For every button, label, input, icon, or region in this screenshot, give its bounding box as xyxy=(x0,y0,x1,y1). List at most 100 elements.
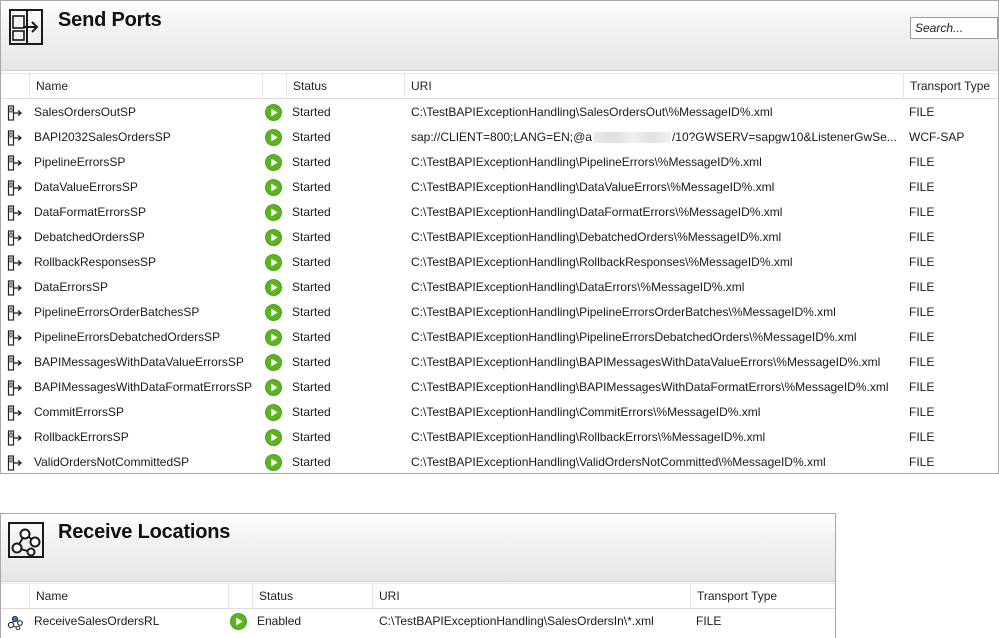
send-port-row-icon xyxy=(7,280,23,296)
row-transport-type: FILE xyxy=(909,180,935,194)
row-name: BAPIMessagesWithDataValueErrorsSP xyxy=(34,355,244,369)
table-row[interactable]: ValidOrdersNotCommittedSP Started C:\TestB… xyxy=(1,450,998,475)
row-name: PipelineErrorsOrderBatchesSP xyxy=(34,305,200,319)
row-status: Started xyxy=(292,305,331,319)
row-status: Started xyxy=(292,205,331,219)
column-header-status-icon[interactable] xyxy=(262,74,286,99)
table-row[interactable]: ReceiveSalesOrdersRL Enabled C:\TestBAPIEx… xyxy=(1,609,835,634)
column-header-name[interactable]: Name xyxy=(29,584,228,609)
column-header-uri[interactable]: URI xyxy=(372,584,690,609)
row-name: DebatchedOrdersSP xyxy=(34,230,145,244)
row-status: Started xyxy=(292,455,331,469)
table-row[interactable]: DataValueErrorsSP Started C:\TestBAPIExcep… xyxy=(1,175,998,200)
column-header-name[interactable]: Name xyxy=(29,74,262,99)
row-name: RollbackResponsesSP xyxy=(34,255,157,269)
row-uri: C:\TestBAPIExceptionHandling\RollbackRes… xyxy=(411,255,793,269)
column-header-status[interactable]: Status xyxy=(286,74,404,99)
search-input[interactable] xyxy=(910,17,998,39)
play-icon xyxy=(265,104,282,121)
play-icon xyxy=(265,354,282,371)
play-icon xyxy=(265,404,282,421)
column-header-status[interactable]: Status xyxy=(252,584,372,609)
table-row[interactable]: PipelineErrorsSP Started C:\TestBAPIExcept… xyxy=(1,150,998,175)
row-status: Started xyxy=(292,155,331,169)
row-transport-type: FILE xyxy=(909,255,935,269)
row-name: CommitErrorsSP xyxy=(34,405,125,419)
send-port-row-icon xyxy=(7,255,23,271)
play-icon xyxy=(265,279,282,296)
send-ports-header: Send Ports xyxy=(1,1,998,71)
table-row[interactable]: BAPIMessagesWithDataFormatErrorsSP Starte… xyxy=(1,375,998,400)
column-header-icon[interactable] xyxy=(1,74,29,99)
row-uri-end: /10?GWSERV=sapgw10&ListenerGwSe... xyxy=(671,130,897,144)
row-name: ValidOrdersNotCommittedSP xyxy=(34,455,190,469)
table-row[interactable]: DataFormatErrorsSP Started C:\TestBAPIExce… xyxy=(1,200,998,225)
play-icon xyxy=(265,154,282,171)
send-port-row-icon xyxy=(7,330,23,346)
play-icon xyxy=(265,329,282,346)
send-ports-column-header: Name Status URI Transport Type xyxy=(1,73,998,99)
row-uri: C:\TestBAPIExceptionHandling\RollbackErr… xyxy=(411,430,766,444)
table-row[interactable]: RollbackErrorsSP Started C:\TestBAPIExcept… xyxy=(1,425,998,450)
row-transport-type: FILE xyxy=(909,355,935,369)
row-uri: sap://CLIENT=800;LANG=EN;@a/10?GWSERV=sa… xyxy=(411,125,901,150)
row-transport-type: FILE xyxy=(909,280,935,294)
play-icon xyxy=(265,454,282,471)
receive-locations-title: Receive Locations xyxy=(58,521,231,543)
play-icon xyxy=(265,379,282,396)
play-icon xyxy=(265,129,282,146)
row-uri: C:\TestBAPIExceptionHandling\SalesOrders… xyxy=(411,105,773,119)
receive-locations-panel: Receive Locations Name Status URI Transp… xyxy=(0,513,836,638)
row-status: Started xyxy=(292,130,331,144)
receive-locations-header: Receive Locations xyxy=(1,514,835,582)
send-port-row-icon xyxy=(7,230,23,246)
row-status: Started xyxy=(292,180,331,194)
column-header-transport-type[interactable]: Transport Type xyxy=(690,584,835,609)
row-transport-type: FILE xyxy=(909,330,935,344)
table-row[interactable]: CommitErrorsSP Started C:\TestBAPIExceptio… xyxy=(1,400,998,425)
table-row[interactable]: SalesOrdersOutSP Started C:\TestBAPIExcept… xyxy=(1,100,998,125)
receive-locations-column-header: Name Status URI Transport Type xyxy=(1,583,835,609)
play-icon xyxy=(230,613,247,630)
row-name: RollbackErrorsSP xyxy=(34,430,129,444)
column-header-uri[interactable]: URI xyxy=(404,74,903,99)
row-transport-type: FILE xyxy=(909,305,935,319)
row-transport-type: FILE xyxy=(696,614,722,628)
row-status: Started xyxy=(292,430,331,444)
row-uri: C:\TestBAPIExceptionHandling\DataValueEr… xyxy=(411,180,775,194)
receive-location-row-icon xyxy=(7,615,23,630)
row-uri: C:\TestBAPIExceptionHandling\PipelineErr… xyxy=(411,155,762,169)
row-status: Started xyxy=(292,355,331,369)
send-port-row-icon xyxy=(7,455,23,471)
send-port-row-icon xyxy=(7,155,23,171)
table-row[interactable]: PipelineErrorsOrderBatchesSP Started C:\Te… xyxy=(1,300,998,325)
row-uri-start: sap://CLIENT=800;LANG=EN;@a xyxy=(411,130,592,144)
row-transport-type: FILE xyxy=(909,205,935,219)
row-name: DataErrorsSP xyxy=(34,280,109,294)
row-status: Started xyxy=(292,230,331,244)
row-status: Started xyxy=(292,405,331,419)
send-port-row-icon xyxy=(7,405,23,421)
row-transport-type: FILE xyxy=(909,105,935,119)
row-transport-type: FILE xyxy=(909,380,935,394)
table-row[interactable]: BAPIMessagesWithDataValueErrorsSP Started… xyxy=(1,350,998,375)
row-uri: C:\TestBAPIExceptionHandling\BAPIMessage… xyxy=(411,380,889,394)
table-row[interactable]: RollbackResponsesSP Started C:\TestBAPIExc… xyxy=(1,250,998,275)
table-row[interactable]: BAPI2032SalesOrdersSP Started sap://CLIENT… xyxy=(1,125,998,150)
row-uri: C:\TestBAPIExceptionHandling\DataFormatE… xyxy=(411,205,783,219)
play-icon xyxy=(265,304,282,321)
column-header-icon[interactable] xyxy=(1,584,29,609)
table-row[interactable]: DebatchedOrdersSP Started C:\TestBAPIExcep… xyxy=(1,225,998,250)
send-port-icon xyxy=(9,9,43,45)
row-name: DataValueErrorsSP xyxy=(34,180,138,194)
row-uri: C:\TestBAPIExceptionHandling\BAPIMessage… xyxy=(411,355,881,369)
row-status: Started xyxy=(292,105,331,119)
table-row[interactable]: DataErrorsSP Started C:\TestBAPIExceptionH… xyxy=(1,275,998,300)
table-row[interactable]: PipelineErrorsDebatchedOrdersSP Started C:… xyxy=(1,325,998,350)
row-uri: C:\TestBAPIExceptionHandling\SalesOrders… xyxy=(379,614,654,628)
send-ports-title: Send Ports xyxy=(58,9,162,31)
column-header-transport-type[interactable]: Transport Type xyxy=(903,74,998,99)
send-ports-list: SalesOrdersOutSP Started C:\TestBAPIExcept… xyxy=(1,100,998,475)
column-header-status-icon[interactable] xyxy=(228,584,252,609)
row-uri: C:\TestBAPIExceptionHandling\CommitError… xyxy=(411,405,761,419)
